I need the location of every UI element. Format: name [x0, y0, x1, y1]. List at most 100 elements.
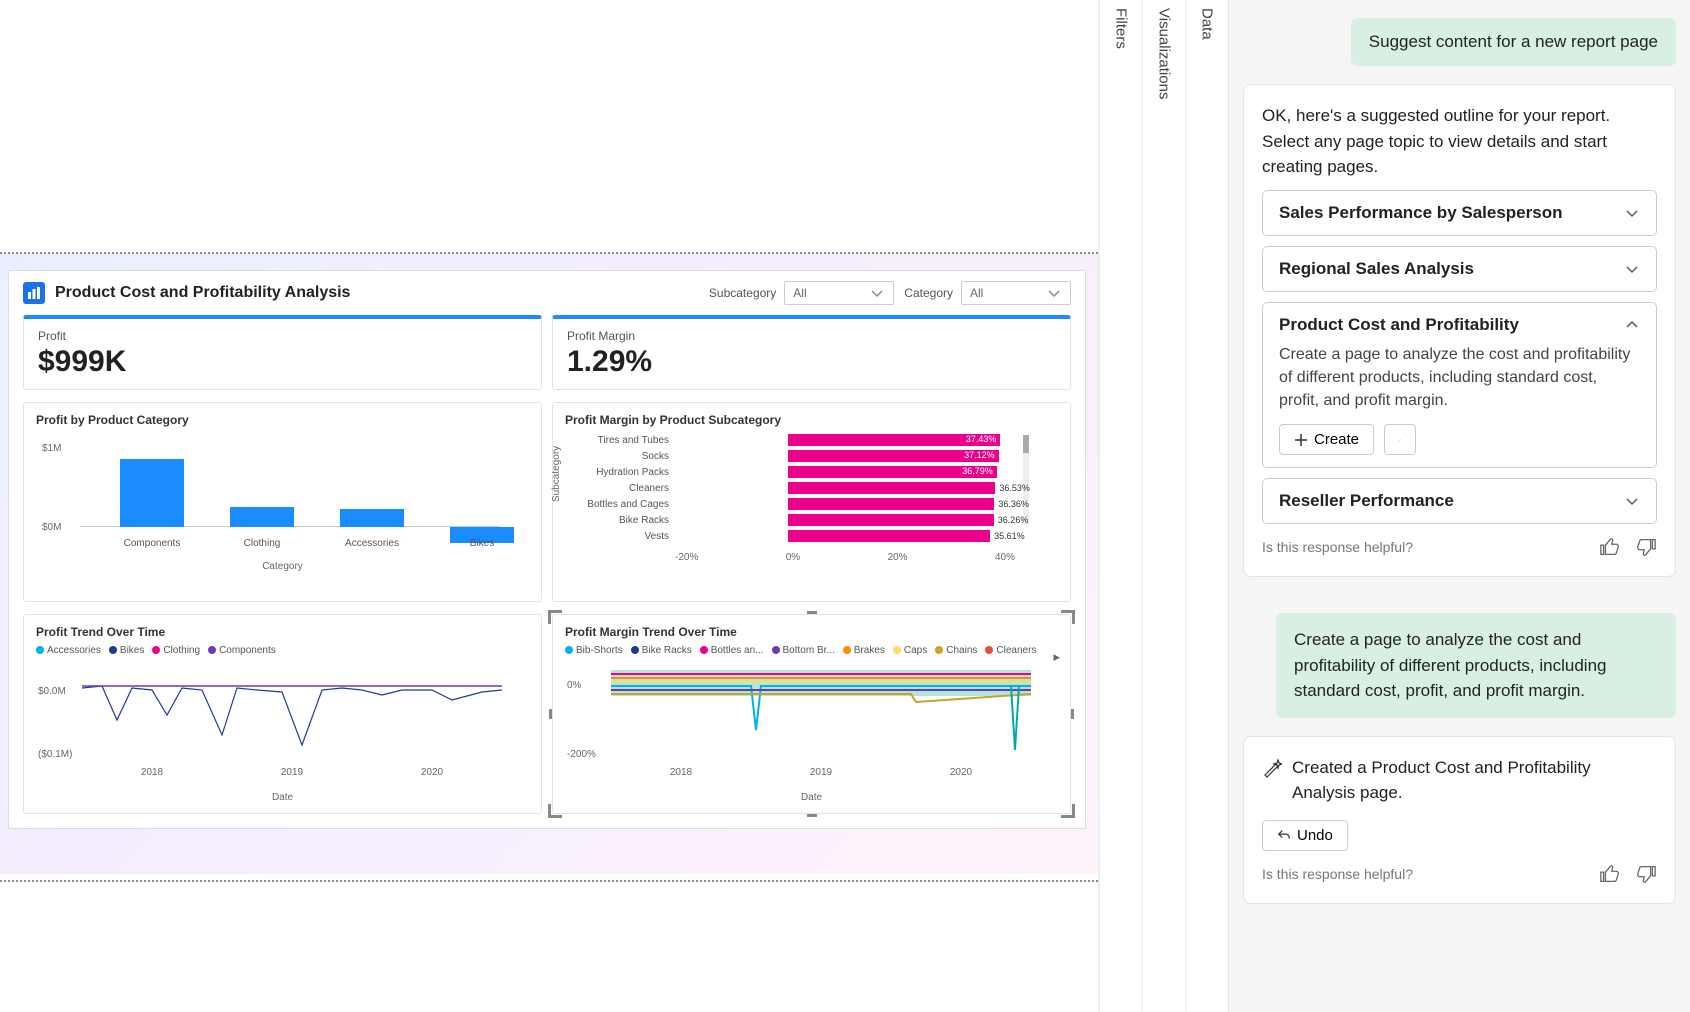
hbar-bar[interactable] [788, 498, 994, 510]
report-canvas[interactable]: Product Cost and Profitability Analysis … [0, 0, 1098, 1012]
legend-dot-icon [772, 646, 780, 654]
kpi-value: 1.29% [567, 345, 1056, 379]
selection-handle[interactable] [807, 611, 817, 614]
x-axis: 2018 2019 2020 [611, 767, 1031, 778]
legend-item[interactable]: Clothing [152, 645, 200, 656]
legend-item[interactable]: Bib-Shorts [565, 645, 623, 656]
hbar-row[interactable]: Cleaners36.53% [675, 481, 1030, 495]
x-axis: -20% 0% 20% 40% [675, 552, 1015, 563]
hbar-bar[interactable]: 36.79% [788, 466, 996, 478]
outline-item-sales-performance[interactable]: Sales Performance by Salesperson [1262, 190, 1657, 236]
hbar-label: Vests [563, 531, 669, 542]
legend-dot-icon [893, 646, 901, 654]
selection-handle[interactable] [1071, 709, 1074, 719]
y-tick: $0.0M [38, 686, 66, 697]
hbar-row[interactable]: Vests35.61% [675, 529, 1025, 543]
feedback-label: Is this response helpful? [1262, 866, 1413, 882]
hbar-bar[interactable]: 37.43% [788, 434, 1000, 446]
x-tick: Bikes [432, 538, 532, 549]
chart-profit-trend[interactable]: Profit Trend Over Time AccessoriesBikesC… [23, 614, 542, 814]
hbar-bar[interactable]: 37.12% [788, 450, 998, 462]
legend-dot-icon [843, 646, 851, 654]
hbar-row[interactable]: Socks37.12% [675, 449, 999, 463]
legend-item[interactable]: Chains [935, 645, 977, 656]
hbar-row[interactable]: Tires and Tubes37.43% [675, 433, 1000, 447]
edit-button[interactable] [1384, 424, 1416, 455]
report-page[interactable]: Product Cost and Profitability Analysis … [8, 270, 1086, 829]
feedback-label: Is this response helpful? [1262, 539, 1413, 555]
chart-icon [23, 282, 45, 304]
thumbs-up-icon[interactable] [1599, 863, 1621, 885]
chart-title: Profit Margin by Product Subcategory [565, 413, 1058, 427]
thumbs-down-icon[interactable] [1635, 863, 1657, 885]
outline-item-regional-sales[interactable]: Regional Sales Analysis [1262, 246, 1657, 292]
hbar-bar[interactable] [788, 514, 993, 526]
legend-item[interactable]: Accessories [36, 645, 101, 656]
hbar-bar[interactable] [788, 482, 995, 494]
slicer-label: Category [904, 286, 953, 300]
bar-components[interactable] [120, 459, 184, 527]
legend-item[interactable]: Bottles an... [700, 645, 764, 656]
line-plot-svg [611, 660, 1031, 760]
page-title: Product Cost and Profitability Analysis [55, 284, 699, 302]
hbar-value: 37.43% [966, 434, 997, 444]
outline-description: Create a page to analyze the cost and pr… [1279, 343, 1640, 413]
outline-item-reseller-performance[interactable]: Reseller Performance [1262, 478, 1657, 524]
chart-margin-by-subcategory[interactable]: Profit Margin by Product Subcategory Sub… [552, 402, 1071, 602]
slicer-value: All [793, 286, 806, 300]
legend-item[interactable]: Bikes [109, 645, 144, 656]
slicer-label: Subcategory [709, 286, 776, 300]
pane-visualizations[interactable]: Visualizations [1142, 0, 1185, 1012]
legend: Accessories Bikes Clothing Components [36, 645, 529, 656]
legend-item[interactable]: Bike Racks [631, 645, 692, 656]
selection-handle[interactable] [1061, 610, 1075, 624]
bar-accessories[interactable] [340, 509, 404, 527]
bar-clothing[interactable] [230, 507, 294, 527]
selection-handle[interactable] [549, 709, 552, 719]
legend-item[interactable]: Cleaners [985, 645, 1036, 656]
y-tick: $1M [42, 443, 61, 454]
legend-dot-icon [208, 646, 216, 654]
thumbs-up-icon[interactable] [1599, 536, 1621, 558]
create-button[interactable]: Create [1279, 424, 1374, 455]
assistant-message: Created a Product Cost and Profitability… [1243, 736, 1676, 904]
hbar-row[interactable]: Bottles and Cages36.36% [675, 497, 1029, 511]
legend-item[interactable]: Components [208, 645, 276, 656]
chart-profit-by-category[interactable]: Profit by Product Category $1M $0M Compo… [23, 402, 542, 602]
outline-item-product-cost[interactable]: Product Cost and Profitability Create a … [1262, 302, 1657, 469]
selection-handle[interactable] [548, 804, 562, 818]
hbar-bar[interactable] [788, 530, 990, 542]
legend-scroll-right-icon[interactable]: ▸ [1053, 649, 1060, 665]
hbar-value: 35.61% [994, 531, 1025, 541]
pane-data[interactable]: Data [1185, 0, 1228, 1012]
kpi-card-profit[interactable]: Profit $999K [23, 315, 542, 390]
slicer-category[interactable]: Category All [904, 281, 1071, 305]
hbar-label: Bottles and Cages [563, 499, 669, 510]
undo-button[interactable]: Undo [1262, 820, 1348, 851]
selection-handle[interactable] [807, 814, 817, 817]
thumbs-down-icon[interactable] [1635, 536, 1657, 558]
slicer-subcategory[interactable]: Subcategory All [709, 281, 894, 305]
copilot-chat-panel[interactable]: Suggest content for a new report page OK… [1228, 0, 1690, 1012]
selection-handle[interactable] [1061, 804, 1075, 818]
chart-margin-trend[interactable]: Profit Margin Trend Over Time Bib-Shorts… [552, 614, 1071, 814]
hbar-row[interactable]: Hydration Packs36.79% [675, 465, 997, 479]
x-axis: 2018 2019 2020 [82, 767, 502, 778]
hbar-row[interactable]: Bike Racks36.26% [675, 513, 1028, 527]
selection-handle[interactable] [548, 610, 562, 624]
chevron-down-icon [1046, 285, 1062, 301]
hbar-label: Socks [563, 451, 669, 462]
legend-item[interactable]: Brakes [843, 645, 885, 656]
x-tick: Accessories [322, 538, 422, 549]
x-axis-label: Date [565, 792, 1058, 803]
hbar-value: 36.79% [962, 466, 993, 476]
legend-item[interactable]: Bottom Br... [772, 645, 835, 656]
scrollbar[interactable] [1023, 435, 1029, 525]
pane-filters[interactable]: Filters [1099, 0, 1142, 1012]
legend-dot-icon [700, 646, 708, 654]
scrollbar-thumb[interactable] [1023, 435, 1029, 453]
legend-item[interactable]: Caps [893, 645, 927, 656]
hbar-value: 36.36% [998, 499, 1029, 509]
created-text: Created a Product Cost and Profitability… [1292, 755, 1657, 806]
kpi-card-profit-margin[interactable]: Profit Margin 1.29% [552, 315, 1071, 390]
